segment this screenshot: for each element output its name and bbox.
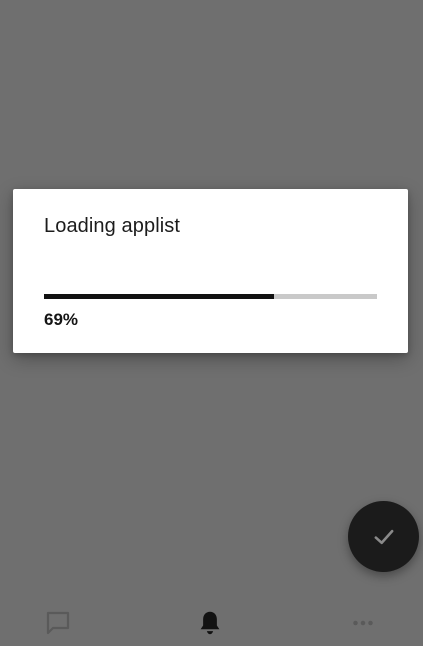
bell-icon (200, 611, 220, 635)
more-horizontal-icon (353, 620, 373, 626)
confirm-fab-button[interactable] (348, 501, 419, 572)
dialog-title: Loading applist (44, 215, 181, 237)
loading-dialog: Loading applist 69% (13, 189, 408, 353)
progress-percentage: 69% (44, 310, 79, 329)
chat-bubble-icon (46, 611, 70, 635)
bottom-navigation (0, 600, 423, 646)
progress-bar (44, 294, 377, 299)
nav-notifications[interactable] (180, 600, 240, 646)
progress-bar-fill (44, 294, 274, 299)
nav-more[interactable] (333, 600, 393, 646)
check-icon (374, 529, 393, 544)
nav-messages[interactable] (28, 600, 88, 646)
